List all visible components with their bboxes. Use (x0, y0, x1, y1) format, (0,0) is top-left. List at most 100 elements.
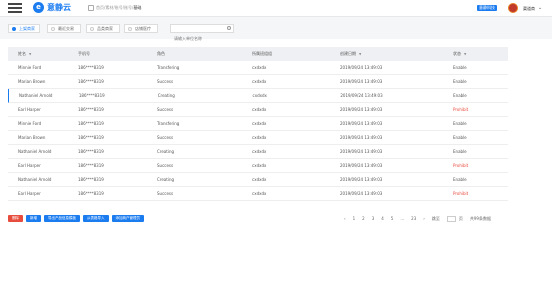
page-number[interactable]: 4 (381, 216, 384, 221)
cell-role: Success (157, 107, 174, 112)
user-name[interactable]: 渠道商 (523, 6, 535, 12)
search-box (170, 24, 234, 42)
cell-name: Earl Harper (18, 191, 41, 196)
search-input[interactable] (171, 35, 225, 42)
next-page-icon[interactable]: › (423, 216, 425, 221)
cell-name: Minnie Ford (18, 65, 42, 70)
cell-group: cxdxdx (252, 93, 267, 98)
tab-category-merchants[interactable]: 品类商家 (86, 24, 120, 33)
table-row[interactable]: Marian Brown 186****8319 Success cxdxdx … (8, 75, 508, 89)
cell-name: Nathaniel Arnold (18, 177, 52, 182)
cell-status: Prohibit (453, 163, 469, 168)
cell-date: 2019/09/24 13:49:03 (340, 107, 383, 112)
page-number[interactable]: 1 (353, 216, 356, 221)
cell-date: 2019/09/24 13:49:03 (340, 93, 383, 98)
page-number[interactable]: 2 (362, 216, 365, 221)
cell-group: cxdxdx (252, 149, 267, 154)
tab-store-medical[interactable]: 店铺医疗 (124, 24, 158, 33)
col-header-phone: 手机号 (78, 51, 90, 56)
cell-name: Earl Harper (18, 163, 41, 168)
table-row[interactable]: Nathaniel Arnold 186****8319 Creating cx… (8, 145, 508, 159)
add-merchant-admin-button[interactable]: 添加商户管理员 (111, 215, 144, 222)
export-template-button[interactable]: 导出产品信息模板 (44, 215, 80, 222)
menu-icon[interactable] (8, 3, 22, 14)
cell-group: cxdxdx (252, 135, 267, 140)
home-icon[interactable] (88, 5, 94, 11)
goto-page-input[interactable] (446, 215, 456, 222)
breadcrumb-path[interactable]: 首页/素材/账号/账号/ (96, 5, 133, 11)
col-label: 状态 (453, 51, 461, 56)
radio-icon (51, 26, 55, 31)
tab-label: 最近交易 (58, 26, 74, 31)
import-from-sheet-button[interactable]: 从表格导入 (83, 215, 109, 222)
col-header-status[interactable]: 状态 ▼ (453, 51, 508, 57)
sort-icon[interactable]: ▼ (359, 52, 361, 56)
table-row[interactable]: Earl Harper 186****8319 Success cxdxdx 2… (8, 103, 508, 117)
cell-name: Marian Brown (18, 79, 46, 84)
col-header-role: 角色 (157, 51, 165, 56)
cell-date: 2019/09/24 13:49:03 (340, 135, 383, 140)
tab-listed-merchants[interactable]: 上架商家 (8, 24, 40, 33)
cell-group: cxdxdx (252, 177, 267, 182)
table-row[interactable]: Nathaniel Arnold 186****8319 Creating cx… (8, 173, 508, 187)
cell-date: 2019/09/24 13:49:03 (340, 177, 383, 182)
cell-phone: 186****8319 (78, 79, 104, 84)
cell-status: Enable (453, 65, 467, 70)
table-row[interactable]: Earl Harper 186****8319 Success cxdxdx 2… (8, 187, 508, 201)
cell-role: Transfering (157, 121, 180, 126)
cell-role: Success (157, 163, 174, 168)
cell-phone: 186****8319 (78, 163, 104, 168)
cell-phone: 186****8319 (78, 135, 104, 140)
sort-icon[interactable]: ▼ (464, 52, 466, 56)
data-table: 姓名 ▼ 手机号 角色 所属班组组 创建日期 ▼ 状态 ▼ Minnie Ford 1… (8, 47, 508, 201)
logo-mark: e (33, 2, 44, 13)
tab-label: 上架商家 (19, 26, 35, 31)
cell-date: 2019/09/24 13:49:03 (340, 149, 383, 154)
cell-phone: 186****8319 (78, 191, 104, 196)
cell-group: cxdxdx (252, 191, 267, 196)
sort-icon[interactable]: ▼ (29, 52, 31, 56)
page-number[interactable]: 23 (411, 216, 416, 221)
cell-date: 2019/09/24 13:49:03 (340, 65, 383, 70)
tab-label: 品类商家 (97, 26, 113, 31)
chevron-down-icon[interactable]: ⌄ (538, 5, 542, 11)
prev-page-icon[interactable]: ‹ (344, 216, 346, 221)
cell-role: Success (157, 135, 174, 140)
avatar[interactable] (508, 3, 518, 13)
table-row[interactable]: Minnie Ford 186****8319 Transfering cxdx… (8, 117, 508, 131)
delete-button[interactable]: 删除 (8, 215, 23, 222)
table-row[interactable]: Marian Brown 186****8319 Success cxdxdx … (8, 131, 508, 145)
page-number[interactable]: 3 (372, 216, 375, 221)
logo[interactable]: e 意静云 (33, 2, 71, 13)
cell-name: Nathaniel Arnold (19, 93, 53, 98)
table-row[interactable]: Nathaniel Arnold 186****8319 Creating cx… (8, 89, 508, 103)
col-header-name[interactable]: 姓名 ▼ (8, 51, 78, 57)
radio-icon (90, 26, 94, 31)
col-header-date[interactable]: 创建日期 ▼ (340, 51, 453, 57)
search-icon[interactable] (227, 26, 231, 30)
cell-phone: 186****8319 (78, 177, 104, 182)
cell-group: cxdxdx (252, 163, 267, 168)
add-button[interactable]: 新增 (26, 215, 41, 222)
cell-date: 2019/09/24 13:49:03 (340, 79, 383, 84)
cell-date: 2019/09/24 13:49:03 (340, 191, 383, 196)
pagination: ‹ 1 2 3 4 5 ... 23 › 跳至 页 共99条数据 (344, 215, 491, 222)
cell-phone: 186****8319 (78, 149, 104, 154)
company-badge[interactable]: 意静科技 (477, 5, 497, 11)
table-row[interactable]: Minnie Ford 186****8319 Transfering cxdx… (8, 61, 508, 75)
page-number[interactable]: 5 (391, 216, 394, 221)
cell-status: Enable (453, 177, 467, 182)
radio-icon (128, 26, 132, 31)
col-header-group: 所属班组组 (252, 51, 272, 56)
filter-bar: 上架商家 最近交易 品类商家 店铺医疗 (0, 17, 552, 42)
col-label: 创建日期 (340, 51, 356, 56)
cell-name: Marian Brown (18, 135, 46, 140)
table-row[interactable]: Earl Harper 186****8319 Success cxdxdx 2… (8, 159, 508, 173)
cell-status: Enable (453, 135, 467, 140)
cell-role: Success (157, 191, 174, 196)
radio-icon (12, 26, 16, 31)
tab-recent-deals[interactable]: 最近交易 (47, 24, 81, 33)
top-bar: e 意静云 首页/素材/账号/账号/基础 意静科技 渠道商 ⌄ (0, 0, 552, 17)
action-bar: 删除 新增 导出产品信息模板 从表格导入 添加商户管理员 (8, 215, 147, 222)
cell-group: cxdxdx (252, 79, 267, 84)
